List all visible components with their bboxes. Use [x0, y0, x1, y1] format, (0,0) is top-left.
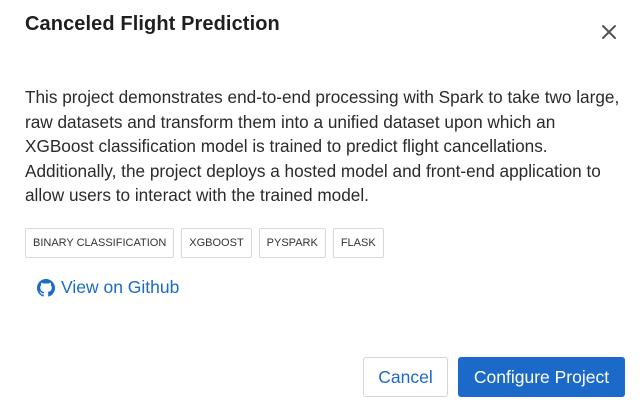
dialog-title: Canceled Flight Prediction [25, 13, 280, 35]
tag-xgboost: XGBOOST [181, 228, 252, 258]
project-dialog: Canceled Flight Prediction This project … [0, 0, 644, 408]
tag-list: BINARY CLASSIFICATION XGBOOST PYSPARK FL… [25, 228, 384, 258]
github-icon [37, 278, 55, 297]
close-icon [602, 25, 616, 39]
tag-pyspark: PYSPARK [258, 228, 326, 258]
project-description: This project demonstrates end-to-end pro… [25, 87, 620, 206]
configure-project-button[interactable]: Configure Project [458, 357, 625, 397]
close-button[interactable] [598, 21, 620, 43]
view-on-github-link[interactable]: View on Github [37, 277, 179, 298]
tag-binary-classification: BINARY CLASSIFICATION [25, 228, 175, 258]
tag-flask: FLASK [332, 228, 384, 258]
github-link-label: View on Github [61, 277, 180, 297]
cancel-button[interactable]: Cancel [363, 357, 448, 397]
